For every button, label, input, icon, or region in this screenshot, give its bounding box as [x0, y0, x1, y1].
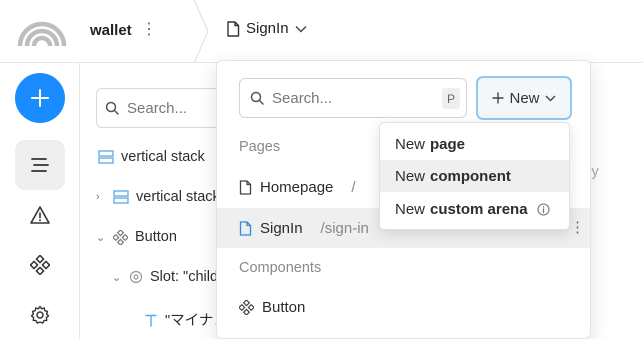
new-dropdown-menu: New page New component New custom arena — [379, 122, 570, 230]
new-button[interactable]: New — [476, 76, 572, 120]
vertical-stack-icon — [98, 150, 114, 164]
file-icon — [239, 179, 252, 195]
component-icon — [239, 299, 254, 315]
menu-item-new-component[interactable]: New component — [380, 160, 569, 192]
pages-search-placeholder: Search... — [272, 89, 333, 107]
menu-item-prefix: New — [395, 167, 426, 185]
tree-item[interactable]: ⌄ Button — [96, 229, 177, 245]
vertical-stack-icon — [113, 190, 129, 204]
page-item-label: SignIn — [260, 219, 303, 237]
pages-section-label: Pages — [239, 139, 281, 155]
component-item-button[interactable]: Button — [217, 287, 590, 327]
project-name[interactable]: wallet — [90, 22, 132, 39]
menu-item-new-custom-arena[interactable]: New custom arena — [380, 193, 569, 225]
page-item-path: / — [351, 178, 356, 196]
outline-button[interactable] — [15, 140, 65, 190]
tree-item-label: vertical stack — [136, 189, 220, 205]
page-item-label: Homepage — [260, 178, 334, 196]
page-item-path: /sign-in — [320, 219, 369, 237]
breadcrumb-separator — [193, 0, 209, 63]
menu-item-keyword: component — [430, 167, 511, 185]
left-toolbar — [0, 63, 80, 339]
plus-icon — [31, 89, 49, 107]
page-options-icon[interactable]: ⋮ — [570, 220, 585, 235]
menu-item-prefix: New — [395, 200, 426, 218]
menu-item-prefix: New — [395, 135, 426, 153]
chevron-down-icon — [545, 95, 555, 101]
file-icon — [227, 20, 240, 37]
tree-item[interactable]: › vertical stack — [96, 189, 220, 205]
layers-icon — [31, 158, 49, 172]
page-switcher[interactable]: SignIn — [226, 20, 307, 37]
warning-icon — [30, 206, 50, 224]
top-header: wallet ⋮ SignIn — [0, 0, 643, 63]
components-button[interactable] — [15, 240, 65, 290]
chevron-down-icon[interactable]: ⌄ — [96, 231, 106, 244]
menu-item-keyword: custom arena — [430, 200, 528, 218]
info-icon[interactable] — [537, 202, 550, 216]
keyboard-shortcut-badge: P — [442, 88, 460, 109]
new-button-label: New — [509, 89, 540, 107]
settings-icon — [30, 305, 50, 324]
components-icon — [30, 255, 50, 275]
add-button[interactable] — [15, 73, 65, 123]
app-logo[interactable] — [14, 10, 70, 47]
file-icon — [239, 220, 252, 236]
pages-search-input[interactable]: Search... P — [239, 78, 467, 118]
components-section-label: Components — [239, 260, 322, 276]
menu-item-keyword: page — [430, 135, 466, 153]
tree-item-label: vertical stack — [121, 149, 205, 165]
plus-icon — [492, 92, 505, 104]
project-menu-icon[interactable]: ⋮ — [141, 21, 157, 39]
slot-icon — [129, 270, 143, 284]
tree-search-placeholder: Search... — [127, 99, 188, 117]
search-icon — [250, 91, 264, 105]
component-instance-icon — [113, 229, 128, 245]
settings-button[interactable] — [15, 290, 65, 339]
menu-item-new-page[interactable]: New page — [380, 128, 569, 160]
warnings-button[interactable] — [15, 190, 65, 240]
chevron-right-icon[interactable]: › — [96, 191, 106, 203]
tree-search-input[interactable]: Search... — [96, 88, 236, 128]
tree-item-label: Button — [135, 229, 177, 245]
chevron-down-icon[interactable]: ⌄ — [112, 271, 122, 284]
search-icon — [105, 101, 119, 115]
component-item-label: Button — [262, 298, 306, 316]
current-page-name: SignIn — [246, 20, 289, 37]
chevron-down-icon — [295, 25, 307, 32]
text-icon — [145, 314, 157, 327]
tree-item[interactable]: vertical stack — [98, 149, 205, 165]
